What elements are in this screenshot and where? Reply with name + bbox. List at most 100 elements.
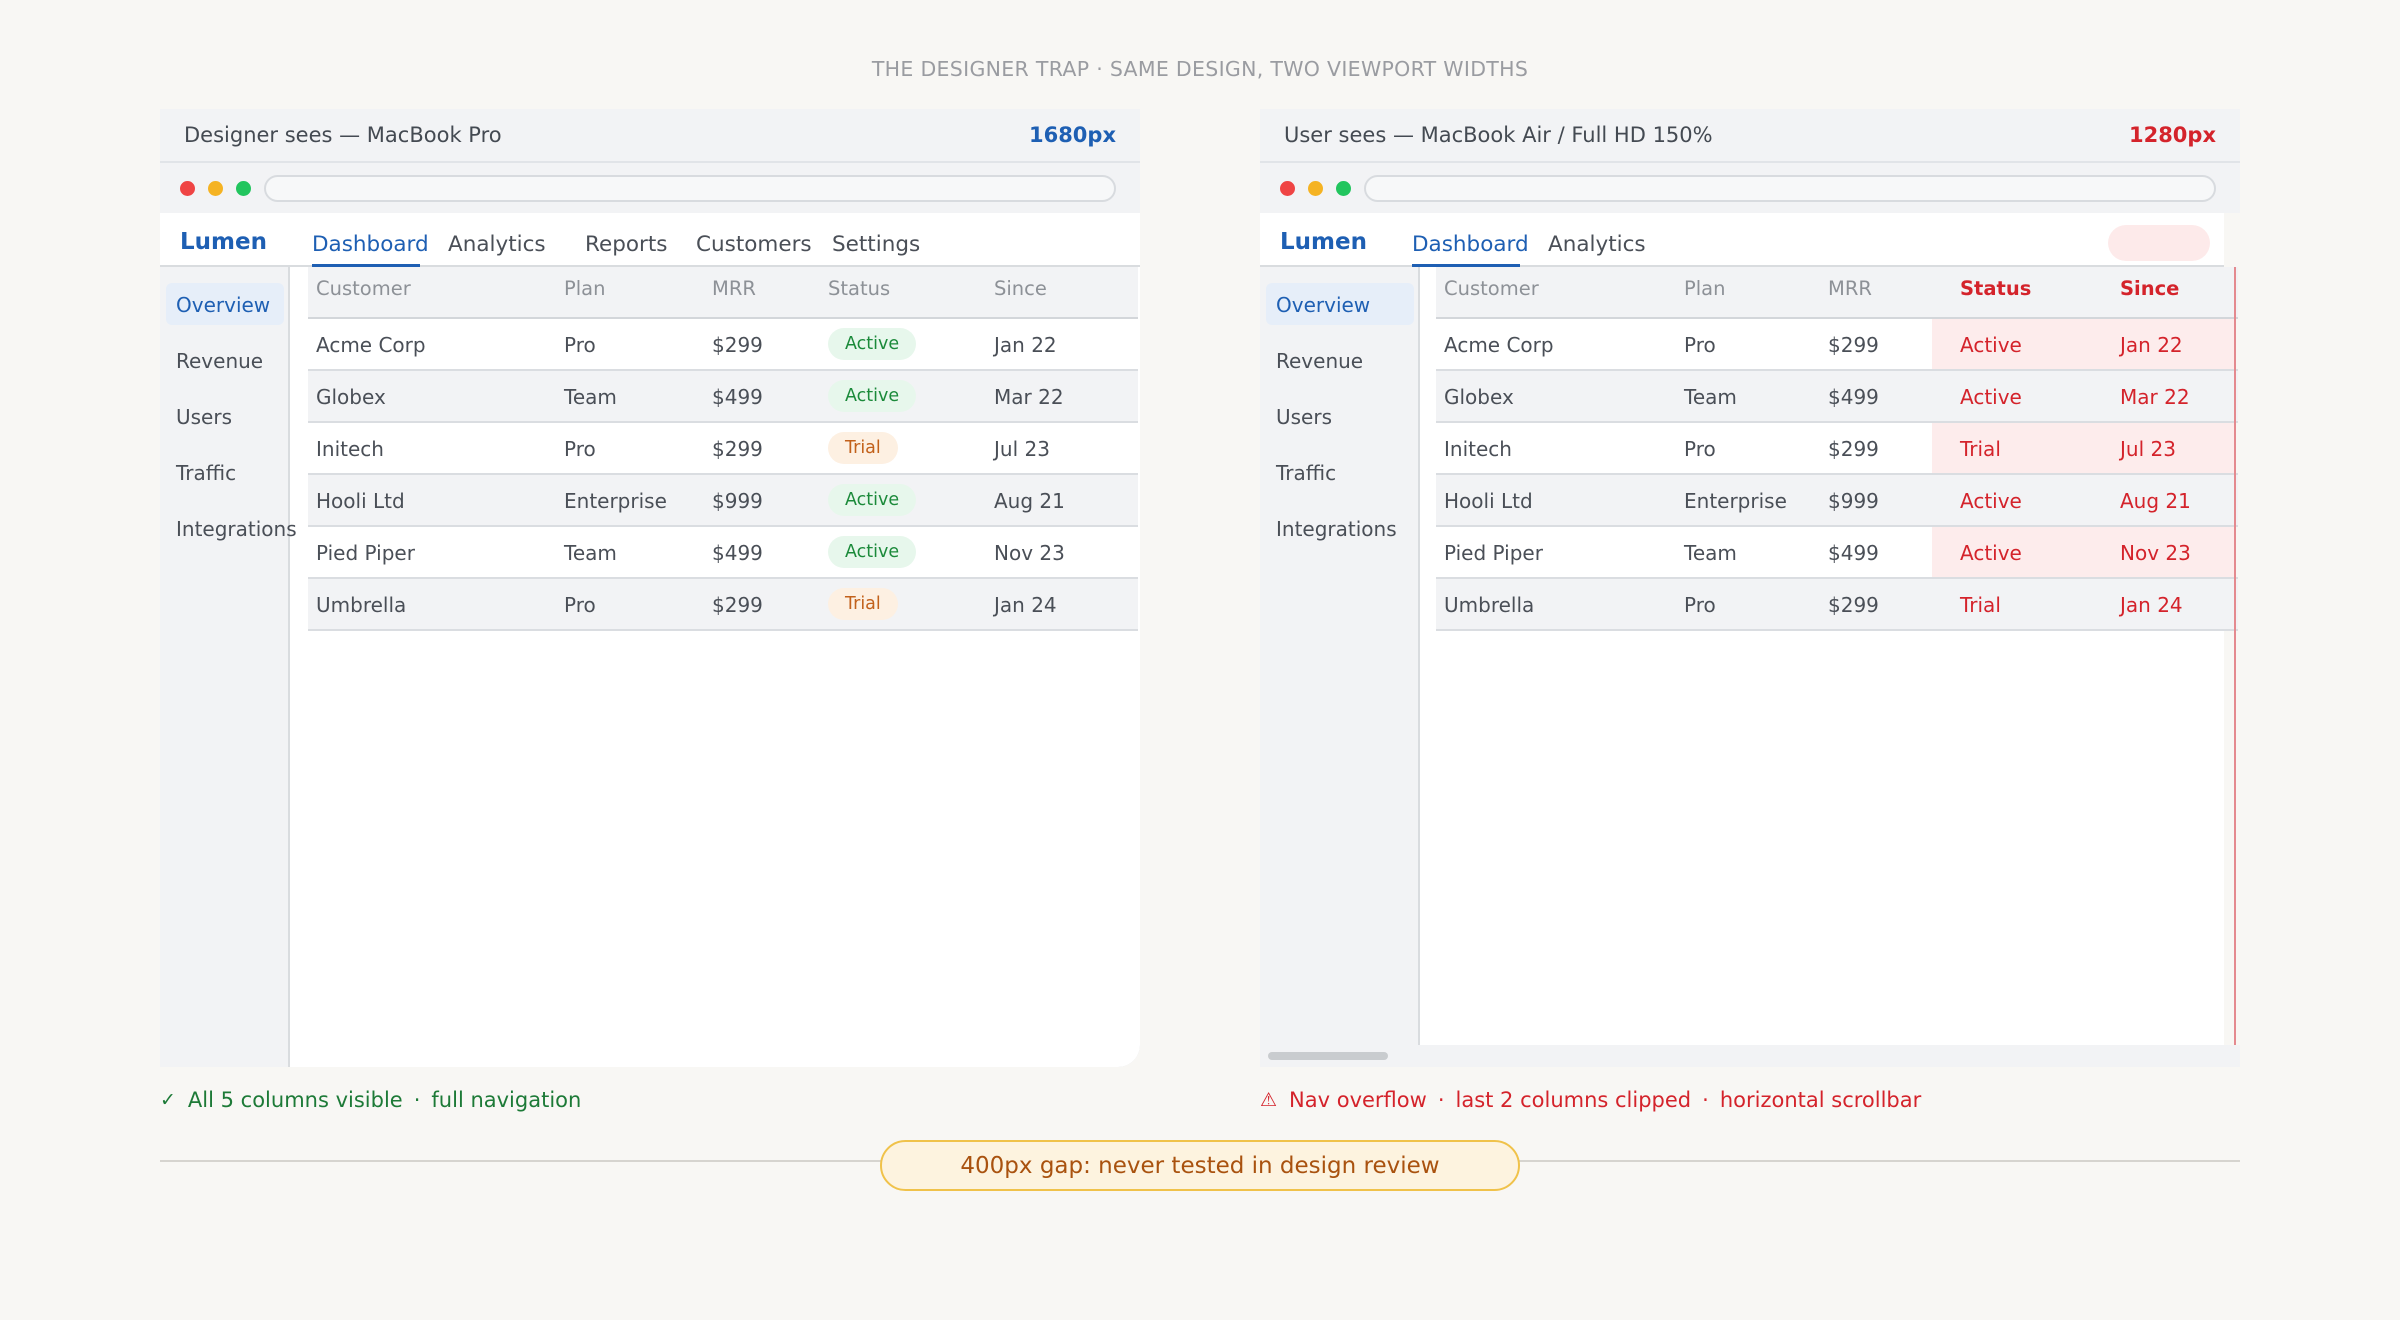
caption-nav-overflow: Nav overflow [1289,1088,1427,1112]
panel-header: User sees — MacBook Air / Full HD 150% 1… [1260,109,2240,163]
table-row[interactable]: Acme Corp Pro $299 Active Jan 22 [308,319,1138,371]
cell-plan: Pro [564,333,596,357]
column-header-since[interactable]: Since [2120,277,2179,300]
cell-customer: Globex [316,385,386,409]
table-row[interactable]: Initech Pro $299 Trial Jul 23 [1436,423,2238,475]
sidebar-item-integrations[interactable]: Integrations [176,517,297,541]
cell-since: Mar 22 [2120,385,2190,409]
minimize-window-dot[interactable] [208,180,223,196]
viewport-clip-edge [2234,267,2236,1047]
table-row[interactable]: Globex Team $499 Active Mar 22 [1436,371,2238,423]
sidebar-item-users[interactable]: Users [1276,405,1332,429]
cell-mrr: $999 [1828,489,1879,513]
brand-logo[interactable]: Lumen [1280,229,1367,255]
table-row[interactable]: Hooli Ltd Enterprise $999 Active Aug 21 [308,475,1138,527]
status-badge: Trial [828,432,898,464]
cell-mrr: $499 [1828,541,1879,565]
cell-status: Active [1960,333,2022,357]
cell-since: Nov 23 [994,541,1065,565]
cell-since: Jan 22 [2120,333,2183,357]
sidebar-item-revenue[interactable]: Revenue [1276,349,1363,373]
minimize-window-dot[interactable] [1308,180,1323,196]
table-row[interactable]: Acme Corp Pro $299 Active Jan 22 [1436,319,2238,371]
cell-mrr: $299 [1828,333,1879,357]
caption-separator: · [1702,1088,1709,1112]
overflowed-nav-button[interactable] [2108,225,2210,261]
column-header-status[interactable]: Status [828,277,890,300]
column-header-plan[interactable]: Plan [1684,277,1726,300]
panel-header: Designer sees — MacBook Pro 1680px [160,109,1140,163]
brand-logo[interactable]: Lumen [180,229,267,255]
sidebar-item-integrations[interactable]: Integrations [1276,517,1397,541]
column-header-customer[interactable]: Customer [1444,277,1539,300]
panel-header-title: User sees — MacBook Air / Full HD 150% [1284,123,1713,147]
tab-dashboard[interactable]: Dashboard [312,232,429,257]
close-window-dot[interactable] [180,180,195,196]
horizontal-scrollbar-thumb[interactable] [1268,1052,1388,1060]
cell-mrr: $499 [1828,385,1879,409]
caption-separator: · [413,1088,421,1112]
cell-since: Jan 22 [994,333,1057,357]
tab-dashboard[interactable]: Dashboard [1412,232,1529,257]
maximize-window-dot[interactable] [236,180,251,196]
tab-analytics[interactable]: Analytics [1548,232,1646,257]
table-row[interactable]: Umbrella Pro $299 Trial Jan 24 [1436,579,2238,631]
address-bar[interactable] [1364,175,2216,202]
cell-mrr: $499 [712,541,763,565]
status-badge: Active [828,328,917,360]
column-header-status[interactable]: Status [1960,277,2031,300]
sidebar-item-overview[interactable]: Overview [176,293,270,317]
user-panel: User sees — MacBook Air / Full HD 150% 1… [1260,109,2240,1067]
warning-icon: ⚠ [1260,1089,1278,1111]
address-bar[interactable] [264,175,1116,202]
tab-customers[interactable]: Customers [696,232,812,257]
tab-reports[interactable]: Reports [585,232,667,257]
close-window-dot[interactable] [1280,180,1295,196]
table-row[interactable]: Umbrella Pro $299 Trial Jan 24 [308,579,1138,631]
column-header-customer[interactable]: Customer [316,277,411,300]
sidebar: Overview Revenue Users Traffic Integrati… [160,267,297,1067]
tab-settings[interactable]: Settings [832,232,920,257]
browser-chrome [1260,163,2240,213]
maximize-window-dot[interactable] [1336,180,1351,196]
cell-customer: Umbrella [316,593,407,617]
sidebar-item-revenue[interactable]: Revenue [176,349,263,373]
cell-mrr: $299 [712,437,763,461]
cell-since: Jul 23 [2120,437,2176,461]
cell-customer: Initech [1444,437,1512,461]
cell-since: Nov 23 [2120,541,2191,565]
column-header-mrr[interactable]: MRR [1828,277,1872,300]
column-header-since[interactable]: Since [994,277,1047,300]
table-row[interactable]: Initech Pro $299 Trial Jul 23 [308,423,1138,475]
viewport-width-label: 1280px [2128,123,2216,147]
horizontal-scroll-track[interactable] [1260,1045,2240,1067]
cell-plan: Pro [564,593,596,617]
status-badge: Active [828,380,917,412]
cell-plan: Enterprise [1684,489,1787,513]
sidebar-item-overview[interactable]: Overview [1276,293,1370,317]
cell-status: Active [1960,385,2022,409]
table-row[interactable]: Pied Piper Team $499 Active Nov 23 [1436,527,2238,579]
cell-mrr: $299 [1828,593,1879,617]
column-header-plan[interactable]: Plan [564,277,606,300]
sidebar-item-traffic[interactable]: Traffic [176,461,236,485]
cell-plan: Pro [564,437,596,461]
cell-since: Jan 24 [994,593,1057,617]
column-header-mrr[interactable]: MRR [712,277,756,300]
table-row[interactable]: Hooli Ltd Enterprise $999 Active Aug 21 [1436,475,2238,527]
table-row[interactable]: Pied Piper Team $499 Active Nov 23 [308,527,1138,579]
cell-customer: Pied Piper [316,541,415,565]
sidebar-item-users[interactable]: Users [176,405,232,429]
caption-columns-visible: All 5 columns visible [187,1088,403,1112]
cell-plan: Team [1684,385,1737,409]
cell-customer: Initech [316,437,384,461]
tab-analytics[interactable]: Analytics [448,232,546,257]
cell-customer: Acme Corp [316,333,426,357]
table-header-row: Customer Plan MRR Status Since [308,267,1138,319]
table-row[interactable]: Globex Team $499 Active Mar 22 [308,371,1138,423]
cell-plan: Team [1684,541,1737,565]
sidebar-item-traffic[interactable]: Traffic [1276,461,1336,485]
cell-plan: Pro [1684,437,1716,461]
caption-horizontal-scrollbar: horizontal scrollbar [1719,1088,1922,1112]
cell-status: Trial [1960,593,2001,617]
